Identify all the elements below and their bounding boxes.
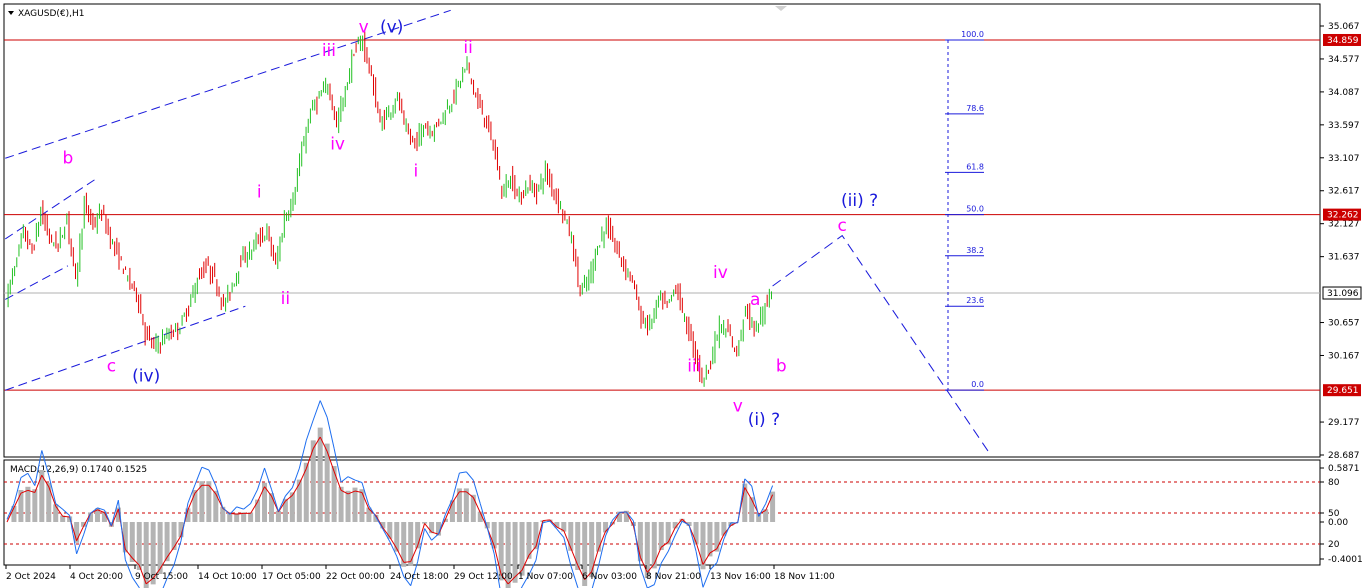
wave-label: b — [776, 356, 787, 376]
price-tick-label: 32.617 — [1328, 187, 1360, 197]
wave-label: c — [107, 356, 116, 376]
chart[interactable]: XAGUSD(€),H1 100.0 78.6 61.8 50.0 38.2 23.6 0.… — [0, 0, 1366, 588]
current-price-tag-label: 31.096 — [1327, 289, 1359, 299]
time-tick-label: 22 Oct 00:00 — [326, 572, 385, 582]
wave-label: c — [838, 216, 847, 236]
level-price-tag-label: 29.651 — [1327, 386, 1359, 396]
fib-level-label: 38.2 — [966, 246, 984, 255]
macd-tick-label: -0.4001 — [1328, 555, 1363, 565]
price-tick-label: 29.177 — [1328, 418, 1360, 428]
macd-label: MACD(12,26,9) 0.1740 0.1525 — [10, 465, 147, 475]
wave-label: v — [359, 18, 369, 38]
wave-label: (i) ? — [748, 410, 780, 430]
time-tick-label: 1 Nov 07:00 — [518, 572, 573, 582]
time-tick-label: 18 Nov 11:00 — [774, 572, 835, 582]
time-tick-label: 29 Oct 12:00 — [454, 572, 513, 582]
price-tick-label: 31.637 — [1328, 253, 1360, 263]
fib-level-label: 100.0 — [961, 30, 984, 39]
wave-label: i — [414, 161, 419, 181]
time-tick-label: 24 Oct 18:00 — [390, 572, 449, 582]
price-tick-label: 30.167 — [1328, 351, 1360, 361]
macd-tick-label: 0.00 — [1328, 518, 1348, 528]
fib-level-label: 50.0 — [966, 205, 984, 214]
time-tick-label: 6 Nov 03:00 — [582, 572, 637, 582]
fib-level-label: 23.6 — [966, 296, 984, 305]
fib-level-label: 0.0 — [971, 380, 984, 389]
time-tick-label: 4 Oct 20:00 — [70, 572, 123, 582]
wave-label: (iv) — [132, 366, 160, 386]
price-panel-frame — [3, 3, 1321, 458]
fib-level-label: 61.8 — [966, 162, 984, 171]
price-tick-label: 30.657 — [1328, 319, 1360, 329]
wave-label: b — [63, 149, 74, 169]
wave-label: (v) — [380, 18, 403, 38]
time-tick-label: 2 Oct 2024 — [6, 572, 56, 582]
wave-label: i — [257, 182, 262, 202]
wave-label: (ii) ? — [841, 191, 878, 211]
time-tick-label: 17 Oct 05:00 — [262, 572, 321, 582]
wave-label: iii — [687, 356, 701, 376]
level-price-tag-label: 32.262 — [1327, 211, 1359, 221]
price-tick-label: 28.687 — [1328, 451, 1360, 461]
price-tick-label: 35.067 — [1328, 22, 1360, 32]
macd-line — [702, 569, 711, 588]
wave-label: ii — [281, 289, 290, 309]
price-tick-label: 34.087 — [1328, 88, 1360, 98]
time-tick-label: 13 Nov 16:00 — [710, 572, 771, 582]
price-tick-label: 34.577 — [1328, 55, 1360, 65]
level-price-tag-label: 34.859 — [1327, 36, 1359, 46]
macd-tick-label: 20 — [1328, 540, 1340, 550]
price-tick-label: 33.597 — [1328, 121, 1360, 131]
fib-level-label: 78.6 — [966, 104, 984, 113]
wave-label: v — [733, 397, 743, 417]
time-tick-label: 9 Oct 15:00 — [135, 572, 188, 582]
macd-line — [647, 584, 655, 588]
symbol-label: XAGUSD(€),H1 — [18, 9, 84, 19]
time-tick-label: 8 Nov 21:00 — [646, 572, 701, 582]
wave-label: iv — [713, 263, 728, 283]
wave-label: ii — [463, 38, 472, 58]
price-tick-label: 33.107 — [1328, 154, 1360, 164]
wave-label: iii — [322, 41, 336, 61]
wave-label: iv — [330, 134, 345, 154]
macd-tick-label: 80 — [1328, 478, 1340, 488]
wave-label: a — [750, 290, 760, 310]
price-tick-label: 32.127 — [1328, 220, 1360, 230]
macd-tick-label: 0.5871 — [1328, 464, 1360, 474]
time-tick-label: 14 Oct 10:00 — [198, 572, 257, 582]
